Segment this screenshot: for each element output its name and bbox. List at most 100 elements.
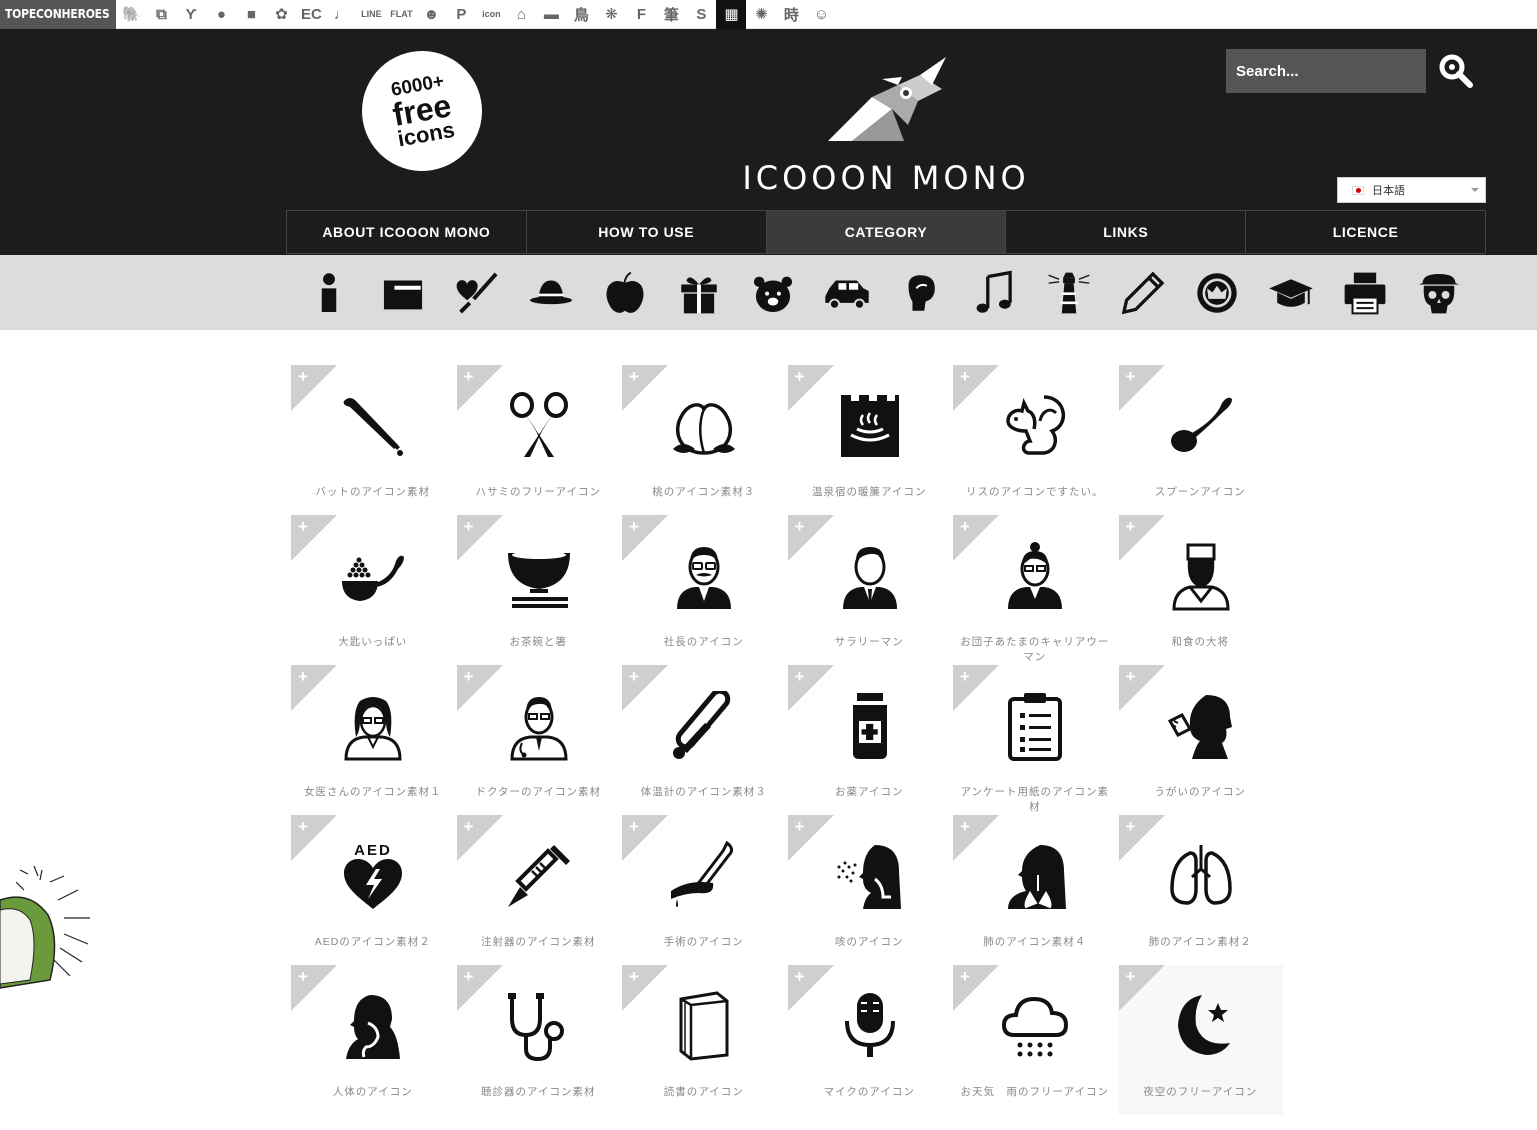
icon-label[interactable]: 読書のアイコン xyxy=(621,1085,787,1100)
female-doctor-icon[interactable] xyxy=(338,691,408,761)
plus-icon[interactable]: + xyxy=(1126,968,1136,986)
icon-label[interactable]: お薬アイコン xyxy=(787,785,953,800)
plus-icon[interactable]: + xyxy=(1126,518,1136,536)
spoon-icon[interactable] xyxy=(1166,391,1236,461)
microphone-icon[interactable] xyxy=(835,991,905,1061)
plus-icon[interactable]: + xyxy=(629,518,639,536)
president-icon[interactable] xyxy=(669,541,739,611)
category-skull-icon[interactable] xyxy=(1402,267,1476,319)
scissors-icon[interactable] xyxy=(504,391,574,461)
icon-label[interactable]: バットのアイコン素材 xyxy=(290,485,456,500)
plus-icon[interactable]: + xyxy=(298,518,308,536)
icon-card[interactable]: + 肺のアイコン素材４ xyxy=(952,815,1118,965)
tablespoon-icon[interactable] xyxy=(338,541,408,611)
plus-icon[interactable]: + xyxy=(629,968,639,986)
icon-card[interactable]: + スプーンアイコン xyxy=(1118,365,1284,515)
copy-icon[interactable]: ⧉ xyxy=(146,0,176,29)
icon-card[interactable]: + バットのアイコン素材 xyxy=(290,365,456,515)
icon-card[interactable]: + リスのアイコンですたい。 xyxy=(952,365,1118,515)
icon-card[interactable]: + 桃のアイコン素材３ xyxy=(621,365,787,515)
squirrel-icon[interactable] xyxy=(1000,391,1070,461)
bat-icon[interactable] xyxy=(338,391,408,461)
plus-icon[interactable]: + xyxy=(464,518,474,536)
plus-icon[interactable]: + xyxy=(960,368,970,386)
thermometer-icon[interactable] xyxy=(669,688,739,761)
icon-label[interactable]: リスのアイコンですたい。 xyxy=(952,485,1118,500)
bird-kanji-icon[interactable]: 鳥 xyxy=(566,0,596,29)
icon-card[interactable]: + 大匙いっぱい xyxy=(290,515,456,665)
rice-bowl-icon[interactable] xyxy=(504,541,574,611)
category-pencil-icon[interactable] xyxy=(1106,267,1180,319)
icon-card[interactable]: + 温泉宿の暖簾アイコン xyxy=(787,365,953,515)
brush-kanji-icon[interactable]: 筆 xyxy=(656,0,686,29)
category-lighthouse-icon[interactable] xyxy=(1032,267,1106,319)
medicine-bottle-icon[interactable] xyxy=(835,691,905,761)
site-title[interactable]: ICOOON MONO xyxy=(700,159,1072,197)
human-body-icon[interactable] xyxy=(338,991,408,1061)
category-gift-icon[interactable] xyxy=(662,267,736,319)
unicorn-logo-icon[interactable] xyxy=(822,57,952,143)
icon-label[interactable]: 社長のアイコン xyxy=(621,635,787,650)
icon-card[interactable]: + ドクターのアイコン素材 xyxy=(456,665,622,815)
animal-icon[interactable]: 🐘 xyxy=(116,0,146,29)
category-printer-icon[interactable] xyxy=(1328,267,1402,319)
icon-card[interactable]: + サラリーマン xyxy=(787,515,953,665)
ec-text-icon[interactable]: EC xyxy=(296,0,326,29)
category-boxing-icon[interactable] xyxy=(884,267,958,319)
icon-label[interactable]: 和食の大将 xyxy=(1118,635,1284,650)
nav-about-icooon-mono[interactable]: ABOUT ICOOON MONO xyxy=(287,211,527,253)
plus-icon[interactable]: + xyxy=(298,668,308,686)
icon-label[interactable]: 温泉宿の暖簾アイコン xyxy=(787,485,953,500)
plus-icon[interactable]: + xyxy=(1126,818,1136,836)
grid-icon[interactable]: ▦ xyxy=(716,0,747,29)
icon-label[interactable]: お天気 雨のフリーアイコン xyxy=(952,1085,1118,1100)
hot-spring-curtain-icon[interactable] xyxy=(835,391,905,461)
icon-label[interactable]: 聴診器のアイコン素材 xyxy=(456,1085,622,1100)
plus-icon[interactable]: + xyxy=(629,368,639,386)
face-icon[interactable]: ☺ xyxy=(806,0,836,29)
nav-how-to-use[interactable]: HOW TO USE xyxy=(527,211,767,253)
building-icon[interactable]: ⌂ xyxy=(506,0,536,29)
icon-card[interactable]: + マイクのアイコン xyxy=(787,965,953,1115)
category-graduation-cap-icon[interactable] xyxy=(1254,267,1328,319)
icon-card[interactable]: + 聴診器のアイコン素材 xyxy=(456,965,622,1115)
topeconheroes-brand[interactable]: TOPECONHEROES xyxy=(0,0,117,29)
icon-card[interactable]: + 体温計のアイコン素材３ xyxy=(621,665,787,815)
aed-icon[interactable]: AED xyxy=(338,841,408,911)
icon-label[interactable]: 人体のアイコン xyxy=(290,1085,456,1100)
plus-icon[interactable]: + xyxy=(298,968,308,986)
icon-label[interactable]: うがいのアイコン xyxy=(1118,785,1284,800)
syringe-icon[interactable] xyxy=(504,841,574,911)
icon-card[interactable]: + 手術のアイコン xyxy=(621,815,787,965)
flower-icon[interactable]: ✿ xyxy=(266,0,296,29)
smiley-icon[interactable]: ☻ xyxy=(416,0,446,29)
icon-label[interactable]: 咳のアイコン xyxy=(787,935,953,950)
icon-card[interactable]: + お茶碗と箸 xyxy=(456,515,622,665)
icon-label[interactable]: 桃のアイコン素材３ xyxy=(621,485,787,500)
category-hat-icon[interactable] xyxy=(514,267,588,319)
icon-label[interactable]: 体温計のアイコン素材３ xyxy=(621,785,787,800)
search-icon[interactable] xyxy=(1438,53,1474,89)
plus-icon[interactable]: + xyxy=(629,818,639,836)
category-person-icon[interactable] xyxy=(292,267,366,319)
person-jump-icon[interactable]: Ƴ xyxy=(176,0,206,29)
plus-icon[interactable]: + xyxy=(795,368,805,386)
time-kanji-icon[interactable]: 時 xyxy=(776,0,806,29)
icon-label[interactable]: マイクのアイコン xyxy=(787,1085,953,1100)
icon-card[interactable]: + お薬アイコン xyxy=(787,665,953,815)
plus-icon[interactable]: + xyxy=(795,818,805,836)
icon-card[interactable]: + 肺のアイコン素材２ xyxy=(1118,815,1284,965)
category-medical-icon[interactable] xyxy=(440,267,514,319)
line-text-icon[interactable]: LINE xyxy=(356,0,386,29)
f-letter-icon[interactable]: F xyxy=(626,0,656,29)
nav-licence[interactable]: LICENCE xyxy=(1246,211,1485,253)
category-bear-icon[interactable] xyxy=(736,267,810,319)
icon-label[interactable]: 注射器のアイコン素材 xyxy=(456,935,622,950)
rain-cloud-icon[interactable] xyxy=(1000,991,1070,1061)
chef-icon[interactable] xyxy=(1166,541,1236,611)
icon-card[interactable]: + 社長のアイコン xyxy=(621,515,787,665)
icon-label[interactable]: 肺のアイコン素材４ xyxy=(952,935,1118,950)
plus-icon[interactable]: + xyxy=(960,968,970,986)
icon-card[interactable]: + 人体のアイコン xyxy=(290,965,456,1115)
icon-label[interactable]: 女医さんのアイコン素材１ xyxy=(290,785,456,800)
